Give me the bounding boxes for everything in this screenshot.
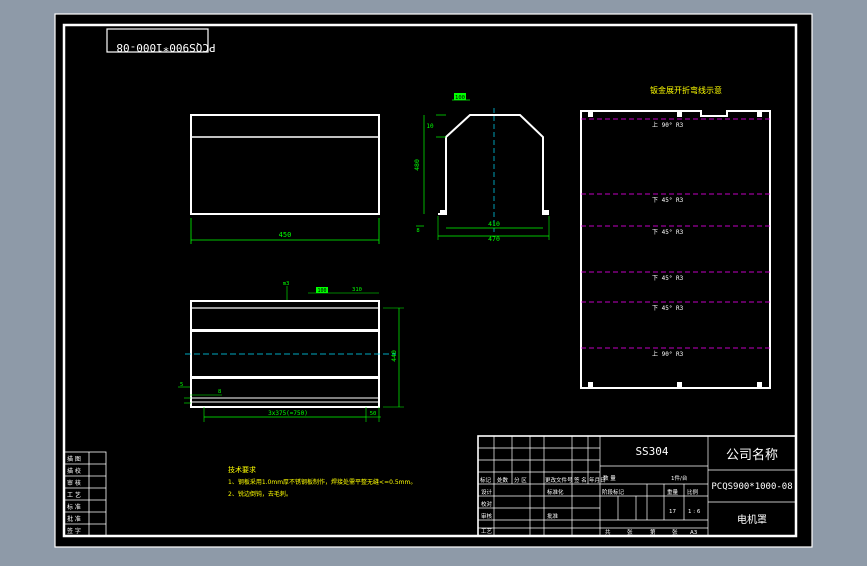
side-height-dim: 480 [413,159,421,171]
scale-label: 比例 [687,488,699,496]
drawing-number: PCQS900*1000-08 [711,482,792,492]
side-foot-dim: 8 [416,228,419,234]
scale-value-2: 1 : 6 [688,509,701,515]
revision-row-3: 审 核 [67,479,81,487]
scale-value-1: 17 [669,509,676,515]
drawing-canvas[interactable]: PCQS900*1000-08 450 100 10 480 8 410 470 [0,0,867,562]
row-check: 校对 [481,500,493,508]
row-review: 审核 [481,512,493,520]
side-inner-dim: 410 [488,220,500,228]
cad-viewport[interactable]: PCQS900*1000-08 450 100 10 480 8 410 470 [0,0,867,562]
row-standard: 标准化 [547,488,564,496]
revision-row-1: 描 图 [67,455,81,463]
sheet-total: 共 [605,528,611,536]
side-outer-dim: 470 [488,235,500,243]
mirrored-code: PCQS900*1000-08 [116,41,215,54]
revision-row-5: 标 准 [67,503,81,511]
plan-height-dim: 440 [390,350,398,362]
hdr-mark: 标记 [480,476,492,484]
company-name: 公司名称 [726,447,778,463]
sheet-size: A3 [690,530,698,536]
bend-label-3: 下 45° R3 [652,229,684,236]
plan-end-dim: 50 [370,411,377,417]
side-top-dim: 100 [455,95,465,101]
count-value: 1件/台 [671,474,688,482]
revision-row-6: 批 准 [67,515,81,523]
bend-label-2: 下 45° R3 [652,197,684,204]
tech-note-2: 2、锐边倒钝，去毛刺。 [228,490,292,498]
sheet-no: 第 [650,528,656,536]
stage-label: 阶段标记 [602,488,625,496]
plan-pitch-dim: 3x375(=750) [268,410,308,417]
hdr-count: 处数 [497,476,509,484]
bend-diagram-title: 钣金展开折弯线示意 [650,85,722,95]
revision-row-7: 签 字 [67,527,81,535]
plan-offset-dim: 8 [218,389,221,395]
bend-label-5: 下 45° R3 [652,305,684,312]
material-label: SS304 [635,445,668,458]
bend-label-1: 上 90° R3 [652,121,684,129]
plan-hole-label: m3 [283,281,290,287]
hdr-sign: 签 名 [574,476,587,484]
tech-notes-heading: 技术要求 [228,465,256,474]
front-width-dim: 450 [279,231,292,239]
sheet-no-unit: 张 [672,528,678,536]
side-offset-dim: 10 [426,123,434,130]
bend-label-4: 下 45° R3 [652,275,684,282]
row-process: 工艺 [481,528,493,535]
hdr-zone: 分 区 [514,476,527,484]
row-design: 设计 [481,488,493,496]
hdr-change: 更改文件号 [545,476,573,484]
weight-label: 重量 [667,488,679,496]
plan-slot-2-dim: 310 [352,287,362,293]
row-approve: 批准 [547,512,559,520]
plan-slot-1-dim: 100 [317,288,326,294]
sheet-total-unit: 张 [627,528,633,536]
plan-left-edge-dim: 5 [180,382,183,388]
revision-row-2: 描 校 [67,467,81,475]
revision-row-4: 工 艺 [67,491,81,499]
part-name: 电机罩 [737,513,767,526]
count-label: 数 量 [603,474,616,482]
bend-label-6: 上 90° R3 [652,350,684,358]
tech-note-1: 1、钢板采用1.0mm厚不锈钢板制作，焊接处需平整无缝<=0.5mm。 [228,478,416,486]
